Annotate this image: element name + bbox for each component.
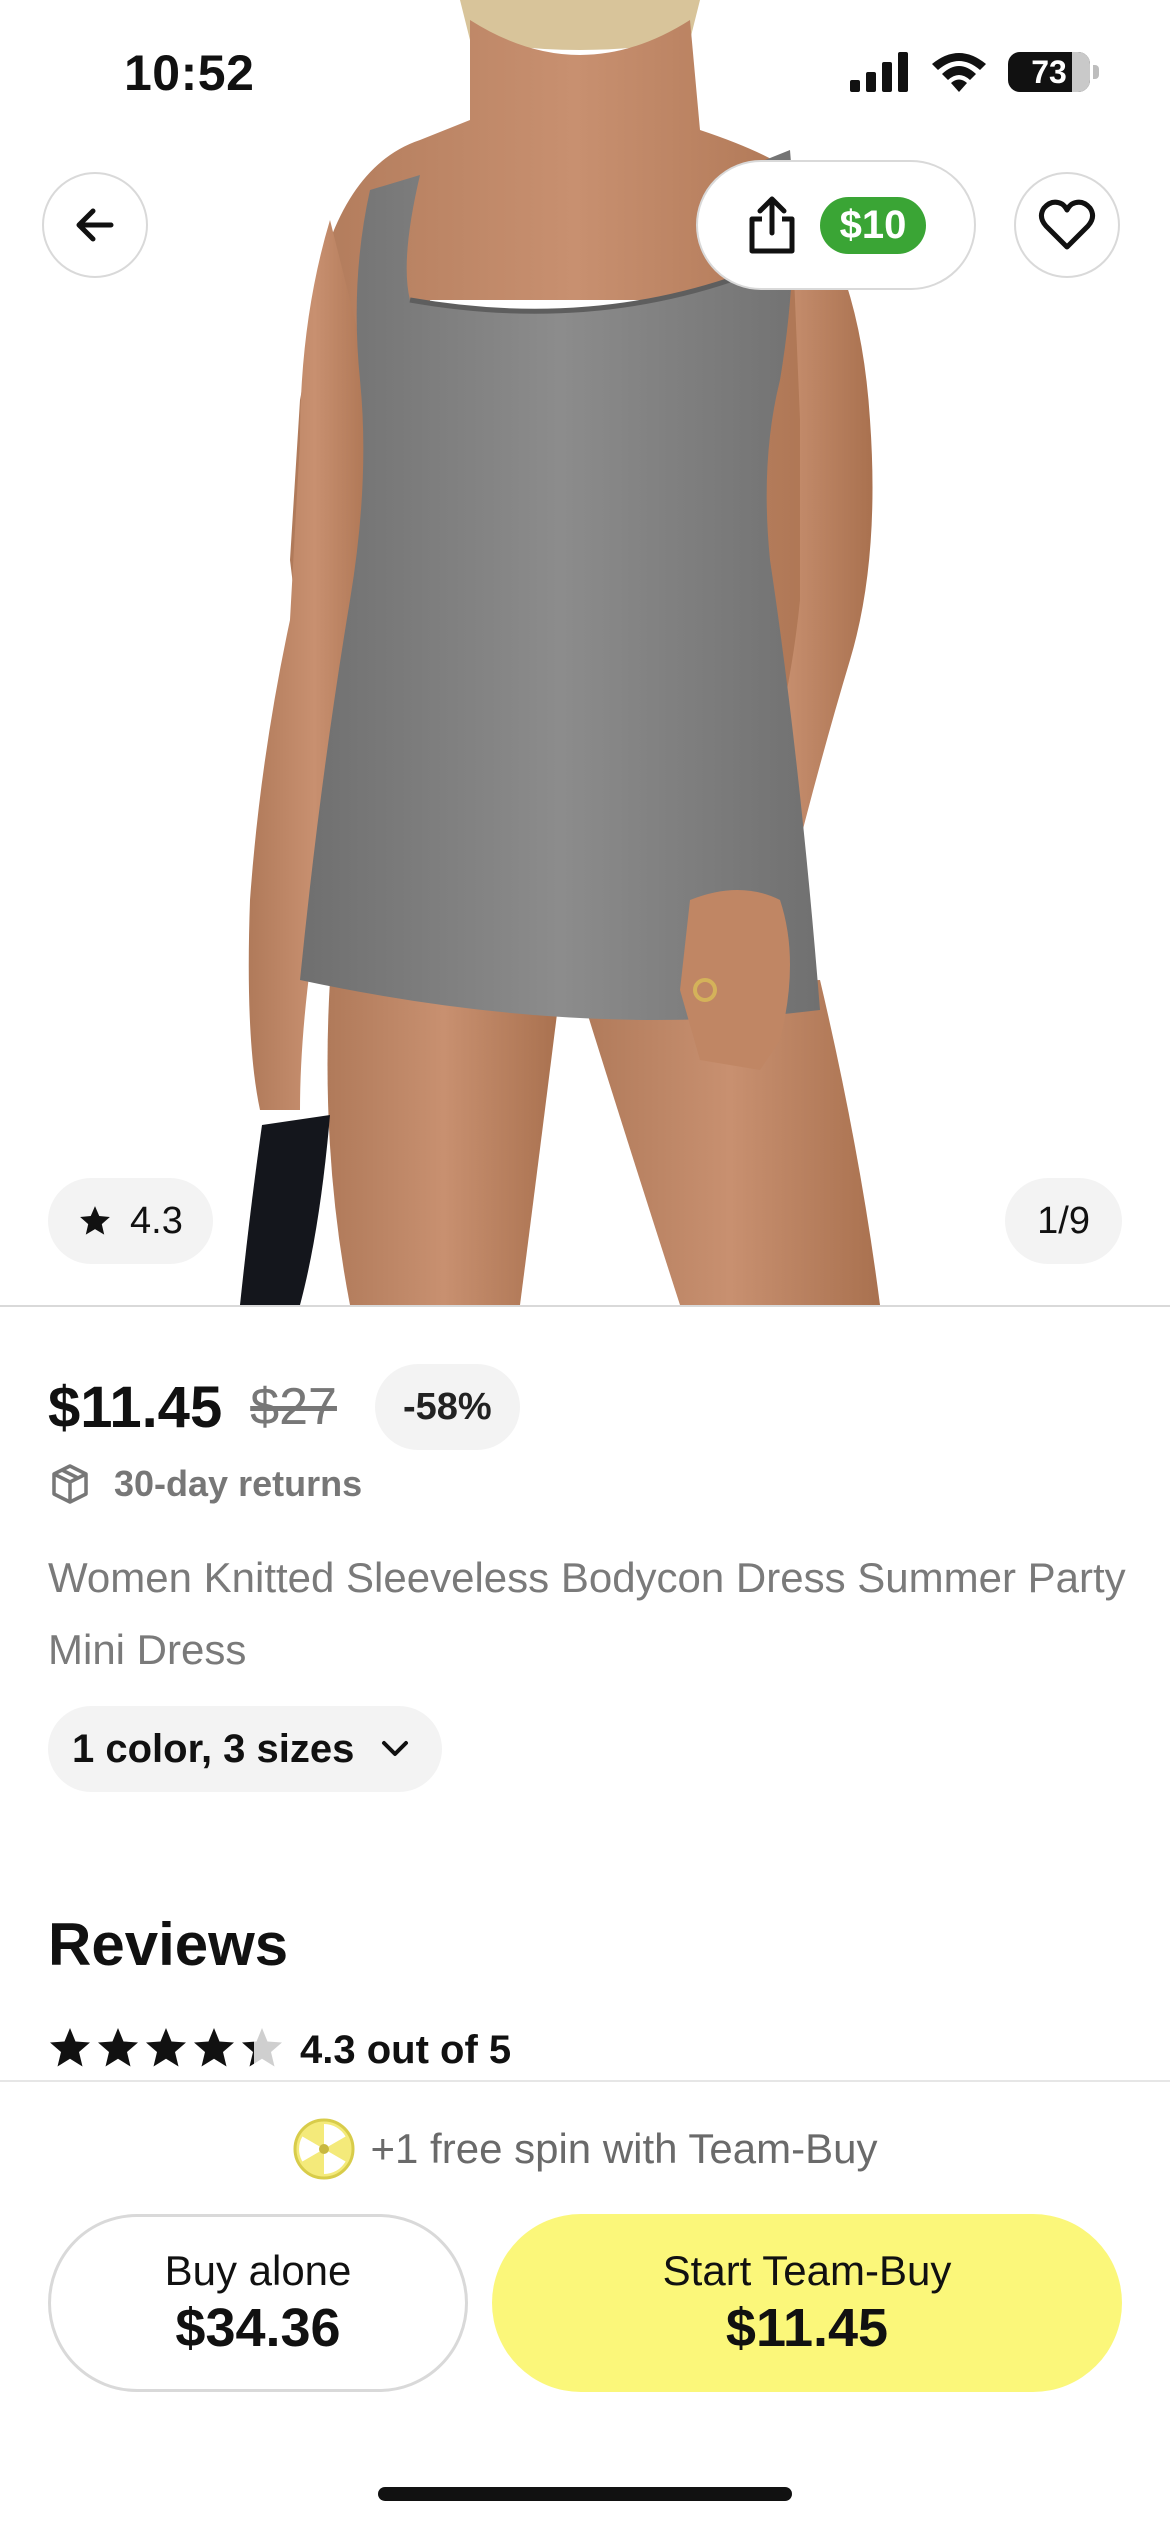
variant-text: 1 color, 3 sizes <box>72 1726 355 1771</box>
buy-alone-price: $34.36 <box>175 2298 341 2358</box>
cellular-signal-icon <box>850 52 908 92</box>
reviews-score: 4.3 out of 5 <box>300 2028 512 2072</box>
image-page-indicator: 1/9 <box>1005 1178 1122 1264</box>
status-time: 10:52 <box>124 45 255 101</box>
wifi-icon <box>932 53 986 92</box>
battery-indicator: 73 <box>1008 52 1099 92</box>
free-spin-promo[interactable]: +1 free spin with Team-Buy <box>0 2118 1170 2180</box>
current-price: $11.45 <box>48 1374 223 1440</box>
returns-info[interactable]: 30-day returns <box>48 1462 362 1506</box>
image-rating-chip: 4.3 <box>48 1178 213 1264</box>
team-buy-label: Start Team-Buy <box>662 2247 952 2294</box>
status-icons: 73 <box>850 52 1099 92</box>
original-price: $27 <box>250 1378 337 1436</box>
returns-text: 30-day returns <box>114 1463 363 1504</box>
back-arrow-icon <box>76 208 114 242</box>
bottom-purchase-bar: +1 free spin with Team-Buy Buy alone $34… <box>0 2080 1170 2532</box>
product-image-gallery[interactable] <box>0 0 1170 1305</box>
hero-divider <box>0 1305 1170 1307</box>
free-spin-text: +1 free spin with Team-Buy <box>370 2125 878 2172</box>
favorite-button[interactable] <box>1014 172 1120 278</box>
chevron-down-icon <box>382 1741 409 1756</box>
product-photo <box>240 0 880 1305</box>
buy-alone-button[interactable]: Buy alone $34.36 <box>48 2214 468 2392</box>
share-icon <box>749 196 795 254</box>
page-indicator-text: 1/9 <box>1037 1199 1090 1242</box>
battery-level: 73 <box>1031 53 1067 90</box>
start-team-buy-button[interactable]: Start Team-Buy $11.45 <box>492 2214 1122 2392</box>
price-row: $11.45 $27 -58% <box>48 1364 520 1450</box>
reviews-heading: Reviews <box>48 1911 289 1978</box>
star-rating-icon <box>50 2028 282 2067</box>
share-reward-badge: $10 <box>819 196 927 254</box>
variant-selector[interactable]: 1 color, 3 sizes <box>48 1706 443 1792</box>
box-icon <box>52 1464 88 1504</box>
reviews-star-rating <box>48 2026 288 2072</box>
back-button[interactable] <box>42 172 148 278</box>
share-button[interactable]: $10 <box>696 160 976 290</box>
team-buy-price: $11.45 <box>725 2298 889 2358</box>
star-icon <box>80 1206 110 1235</box>
product-title: Women Knitted Sleeveless Bodycon Dress S… <box>48 1554 1126 1673</box>
discount-badge: -58% <box>374 1364 520 1450</box>
image-rating-value: 4.3 <box>130 1199 183 1242</box>
heart-icon <box>1038 199 1096 250</box>
buy-alone-label: Buy alone <box>164 2247 352 2294</box>
spin-wheel-icon <box>293 2118 354 2180</box>
home-indicator[interactable] <box>378 2487 792 2501</box>
